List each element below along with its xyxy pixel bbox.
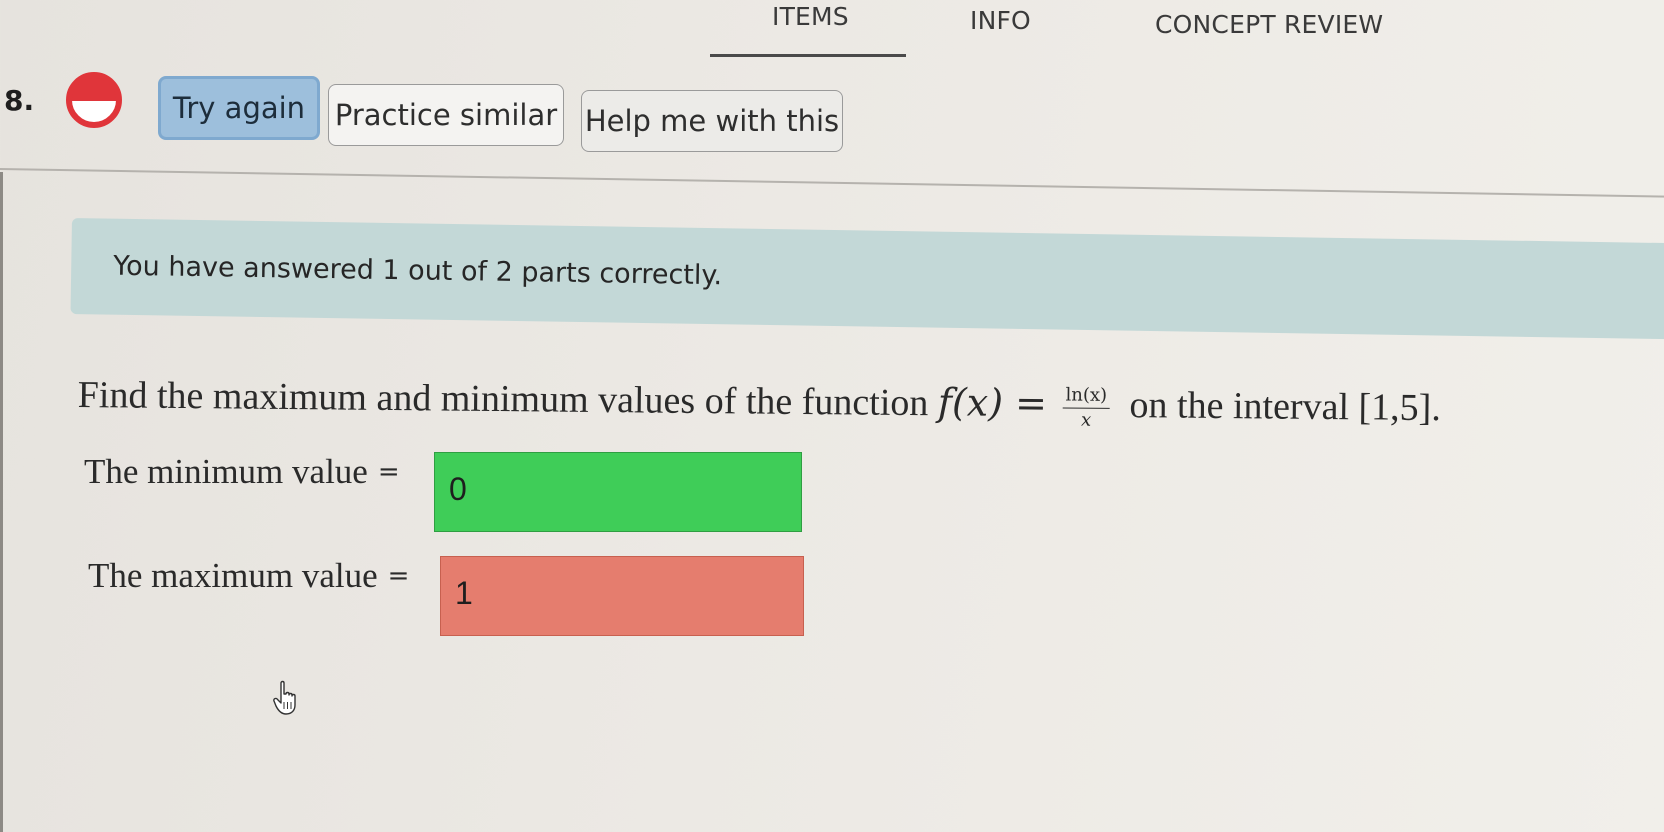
try-again-button[interactable]: Try again xyxy=(158,76,320,140)
help-me-button[interactable]: Help me with this xyxy=(581,90,843,152)
minimum-value-input[interactable]: 0 xyxy=(434,452,802,532)
feedback-banner: You have answered 1 out of 2 parts corre… xyxy=(70,218,1664,340)
tab-info[interactable]: INFO xyxy=(970,6,1031,35)
maximum-label: The maximum value xyxy=(88,556,378,595)
practice-similar-button[interactable]: Practice similar xyxy=(328,84,564,146)
active-tab-indicator xyxy=(710,54,906,57)
minimum-label: The minimum value xyxy=(84,452,368,491)
tab-concept-review[interactable]: CONCEPT REVIEW xyxy=(1155,10,1383,39)
maximum-equals: = xyxy=(387,561,410,591)
minimum-answer-row: The minimum value = xyxy=(84,452,400,492)
page-left-border xyxy=(0,172,3,832)
maximum-answer-row: The maximum value = xyxy=(88,556,409,596)
interval-text: on the interval [1,5]. xyxy=(1129,384,1442,430)
section-divider xyxy=(0,168,1664,199)
function-fraction: ln(x) x xyxy=(1062,384,1111,431)
hand-cursor-icon xyxy=(273,680,296,715)
fraction-numerator: ln(x) xyxy=(1062,384,1111,409)
fraction-denominator: x xyxy=(1080,409,1092,431)
maximum-value-input[interactable]: 1 xyxy=(440,556,804,636)
question-number: 8. xyxy=(4,84,35,117)
question-prompt: Find the maximum and minimum values of t… xyxy=(77,373,929,425)
minimum-equals: = xyxy=(377,457,400,487)
function-lhs: f(x) = xyxy=(937,380,1048,426)
tab-items[interactable]: ITEMS xyxy=(772,2,849,31)
question-text: Find the maximum and minimum values of t… xyxy=(78,372,1441,433)
partial-status-icon xyxy=(66,72,122,128)
feedback-message: You have answered 1 out of 2 parts corre… xyxy=(113,250,723,292)
